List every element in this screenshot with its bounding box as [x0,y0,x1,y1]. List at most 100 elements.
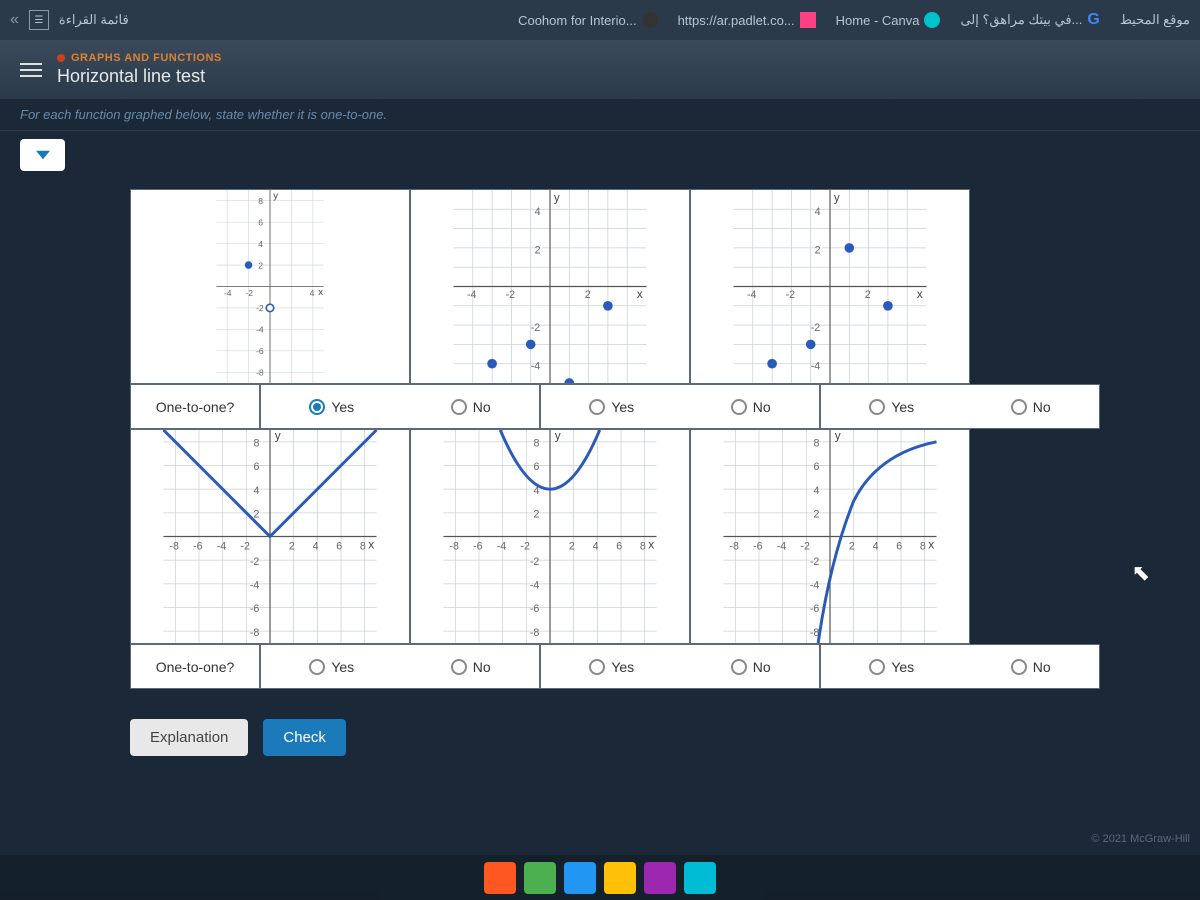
svg-text:4: 4 [313,541,319,553]
bookmark-canva[interactable]: Home - Canva [836,12,941,28]
reading-list-icon[interactable]: ☰ [29,10,49,30]
graph5-yes[interactable]: Yes [589,659,634,675]
check-button[interactable]: Check [263,719,346,756]
explanation-button[interactable]: Explanation [130,719,248,756]
svg-text:8: 8 [920,541,926,553]
graph6-no[interactable]: No [1011,659,1051,675]
svg-text:4: 4 [258,239,263,249]
section-dot-icon [57,54,65,62]
reading-list-label[interactable]: قائمة القراءة [59,12,129,28]
bookmark-coohom[interactable]: Coohom for Interio... [518,12,658,28]
radio-icon [309,659,325,675]
svg-text:2: 2 [258,260,263,270]
bookmark-arabic1[interactable]: في بيتك مراهق؟ إلى...G [960,11,1099,29]
svg-text:4: 4 [310,288,315,298]
canva-icon [924,12,940,28]
task-icon-5[interactable] [644,862,676,894]
graph-2-svg: xy -4-22 24 -2-4 [411,190,689,383]
svg-text:6: 6 [616,541,622,553]
svg-text:2: 2 [813,509,819,521]
svg-text:-2: -2 [800,541,810,553]
task-icon-2[interactable] [524,862,556,894]
graph-5: xy -8-6-4-2 2468 2468 -2-4-6-8 [410,429,690,644]
radio-icon [869,399,885,415]
graph2-yes[interactable]: Yes [589,399,634,415]
svg-text:4: 4 [815,206,821,218]
graph3-no[interactable]: No [1011,399,1051,415]
radio-icon [731,659,747,675]
graph6-yes[interactable]: Yes [869,659,914,675]
graph5-no[interactable]: No [731,659,771,675]
svg-text:-4: -4 [811,360,821,372]
svg-text:8: 8 [813,438,819,450]
copyright-text: © 2021 McGraw-Hill [1091,833,1190,845]
graph1-no[interactable]: No [451,399,491,415]
svg-text:y: y [554,193,560,205]
task-icon-6[interactable] [684,862,716,894]
radio-icon [309,399,325,415]
radio-icon [1011,659,1027,675]
task-icon-3[interactable] [564,862,596,894]
svg-text:-2: -2 [531,322,541,334]
graph-3-svg: xy -4-22 24 -2-4 [691,190,969,383]
bookmark-padlet[interactable]: https://ar.padlet.co... [678,12,816,28]
svg-text:-6: -6 [753,541,763,553]
svg-text:8: 8 [533,438,539,450]
svg-text:-2: -2 [520,541,530,553]
svg-text:x: x [318,287,323,298]
svg-text:y: y [275,430,281,442]
graph2-no[interactable]: No [731,399,771,415]
svg-text:-6: -6 [193,541,203,553]
graph-2: xy -4-22 24 -2-4 [410,189,690,384]
task-icon-1[interactable] [484,862,516,894]
svg-text:x: x [648,537,654,551]
radio-icon [589,399,605,415]
menu-icon[interactable] [20,63,42,77]
graph-6: xy -8-6-4-2 2468 2468 -2-4-6-8 [690,429,970,644]
section-label: GRAPHS AND FUNCTIONS [57,52,1180,64]
svg-text:-4: -4 [224,288,232,298]
graph-1: xy -4-24 2468 -2-4-6-8 [130,189,410,384]
svg-text:-4: -4 [810,580,820,592]
svg-text:4: 4 [535,206,541,218]
graph-1-svg: xy -4-24 2468 -2-4-6-8 [131,190,409,383]
svg-text:2: 2 [849,541,855,553]
svg-text:-8: -8 [169,541,179,553]
radio-icon [451,659,467,675]
svg-text:2: 2 [815,245,821,257]
svg-text:8: 8 [360,541,366,553]
svg-text:-4: -4 [497,541,507,553]
padlet-icon [800,12,816,28]
svg-text:-4: -4 [217,541,227,553]
svg-text:-6: -6 [530,603,540,615]
browser-bookmarks-bar: « ☰ قائمة القراءة Coohom for Interio... … [0,0,1200,40]
svg-text:-6: -6 [473,541,483,553]
dropdown-toggle[interactable] [20,139,65,171]
svg-text:2: 2 [289,541,295,553]
svg-text:-8: -8 [449,541,459,553]
svg-text:8: 8 [253,438,259,450]
svg-text:6: 6 [533,461,539,473]
graph4-no[interactable]: No [451,659,491,675]
task-icon-4[interactable] [604,862,636,894]
svg-text:2: 2 [865,289,871,301]
graph4-yes[interactable]: Yes [309,659,354,675]
svg-text:-2: -2 [506,289,516,301]
svg-text:-4: -4 [250,580,260,592]
svg-text:-2: -2 [810,556,820,568]
graph3-yes[interactable]: Yes [869,399,914,415]
svg-text:8: 8 [640,541,646,553]
svg-text:-4: -4 [531,360,541,372]
svg-text:6: 6 [813,461,819,473]
instruction-text: For each function graphed below, state w… [0,99,1200,131]
chevron-left-icon[interactable]: « [10,11,19,29]
svg-text:-4: -4 [256,325,264,335]
svg-text:-2: -2 [811,322,821,334]
bookmark-arabic2[interactable]: موقع المحيط [1120,12,1190,28]
graph-6-svg: xy -8-6-4-2 2468 2468 -2-4-6-8 [691,430,969,643]
graph1-yes[interactable]: Yes [309,399,354,415]
svg-text:6: 6 [896,541,902,553]
svg-text:6: 6 [336,541,342,553]
svg-text:-2: -2 [530,556,540,568]
svg-text:-8: -8 [256,367,264,377]
